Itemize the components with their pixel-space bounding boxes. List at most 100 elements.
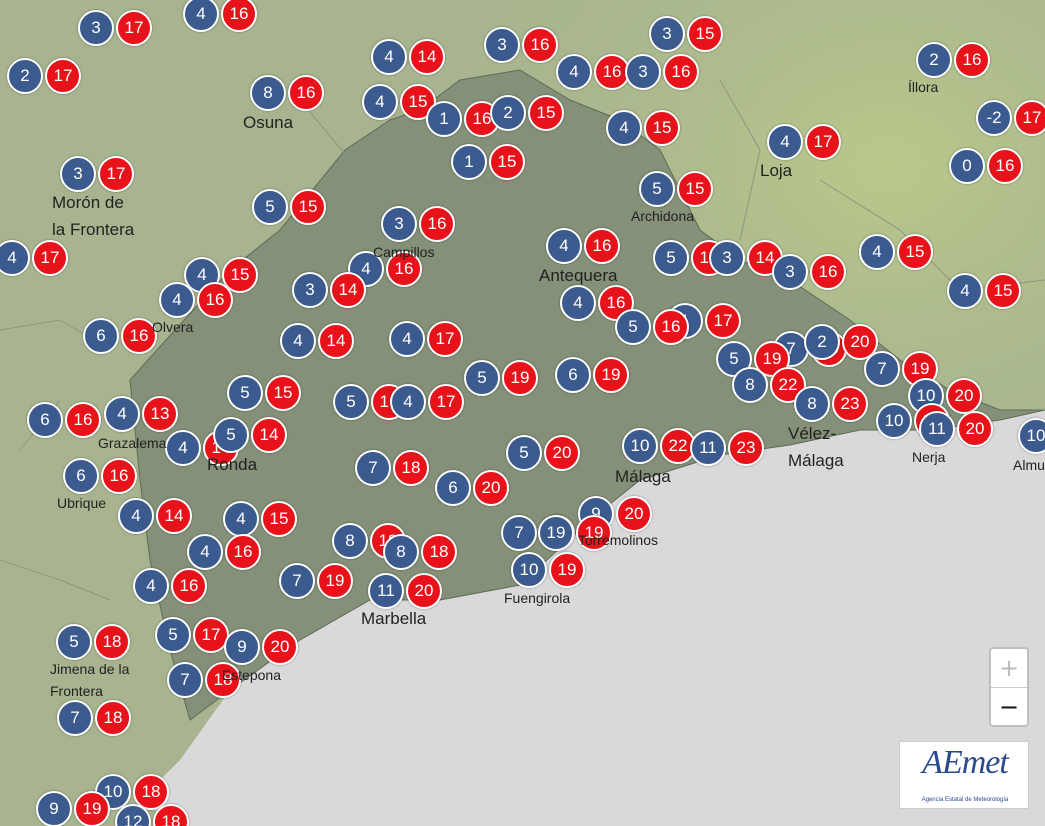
temp-station[interactable]: 4 17 (390, 384, 466, 420)
temp-station[interactable]: 3 16 (772, 254, 848, 290)
city-label: Málaga (615, 467, 671, 486)
max-temp-badge: 18 (94, 624, 130, 660)
min-temp-badge: 3 (772, 254, 808, 290)
temp-station[interactable]: 7 18 (57, 700, 133, 736)
city-label: Jimena de la (50, 661, 130, 677)
weather-map[interactable]: 3 17 4 16 2 17 4 14 3 16 3 15 4 16 3 16 2 16 8 16 … (0, 0, 1045, 826)
temp-station[interactable]: 3 16 (381, 206, 457, 242)
temp-station[interactable]: 4 15 (859, 234, 935, 270)
temp-station[interactable]: 5 16 (615, 309, 691, 345)
city-label: Frontera (50, 683, 103, 699)
temp-station[interactable]: 12 18 (115, 804, 191, 826)
min-temp-badge: 5 (639, 171, 675, 207)
city-label: Campillos (373, 244, 435, 260)
city-label: Archidona (631, 208, 695, 224)
min-temp-badge: 4 (183, 0, 219, 32)
city-label: Fuengirola (504, 590, 571, 606)
temp-station[interactable]: 4 16 (133, 568, 209, 604)
temp-station[interactable]: 515 (639, 171, 715, 207)
temp-station[interactable]: 10 19 (511, 552, 587, 588)
temp-station[interactable]: 3 16 (484, 27, 560, 63)
max-temp-badge: 15 (528, 95, 564, 131)
temp-station[interactable]: 0 16 (949, 148, 1025, 184)
temp-station[interactable]: 515 (227, 375, 303, 411)
temp-station[interactable]: 3 17 (78, 10, 154, 46)
temp-station[interactable]: 3 16 (625, 54, 701, 90)
min-temp-badge: 4 (767, 124, 803, 160)
temp-station[interactable]: 3 17 (60, 156, 136, 192)
temp-station[interactable]: 6 16 (27, 402, 103, 438)
max-temp-badge: 14 (330, 272, 366, 308)
temp-station[interactable]: 414 (118, 498, 194, 534)
max-temp-badge: 16 (101, 458, 137, 494)
temp-station[interactable]: 6 19 (555, 357, 631, 393)
min-temp-badge: 4 (390, 384, 426, 420)
temp-station[interactable]: 515 (252, 189, 328, 225)
temp-station[interactable]: 5 18 (56, 624, 132, 660)
min-temp-badge: 5 (252, 189, 288, 225)
temp-station[interactable]: 10 22 (622, 428, 698, 464)
temp-station[interactable]: 719 (279, 563, 355, 599)
min-temp-badge: 4 (187, 534, 223, 570)
temp-station[interactable]: 4 15 (606, 110, 682, 146)
min-temp-badge: 5 (213, 417, 249, 453)
temp-station[interactable]: 3 14 (292, 272, 368, 308)
temp-station[interactable]: 1 15 (451, 144, 527, 180)
temp-station[interactable]: 11 20 (919, 411, 995, 447)
temp-station[interactable]: 5 20 (506, 435, 582, 471)
temp-station[interactable]: 4 17 (389, 321, 465, 357)
max-temp-badge: 17 (705, 303, 741, 339)
min-temp-badge: 4 (0, 240, 30, 276)
temp-station[interactable]: 5 17 (155, 617, 231, 653)
temp-station[interactable]: 4 16 (159, 282, 235, 318)
temp-station[interactable]: 6 16 (63, 458, 139, 494)
temp-station[interactable]: 4 17 (0, 240, 70, 276)
zoom-in-button[interactable]: + (991, 649, 1027, 688)
temp-station[interactable]: 4 16 (183, 0, 259, 32)
min-temp-badge: 4 (389, 321, 425, 357)
min-temp-badge: 5 (464, 360, 500, 396)
min-temp-badge: 2 (7, 58, 43, 94)
min-temp-badge: 12 (115, 804, 151, 826)
temp-station[interactable]: 4 17 (767, 124, 843, 160)
temp-station[interactable]: 4 16 (187, 534, 263, 570)
temp-station[interactable]: 4 13 (104, 396, 180, 432)
zoom-control: + − (989, 647, 1029, 727)
max-temp-badge: 17 (32, 240, 68, 276)
temp-station[interactable]: 101 (1018, 418, 1045, 454)
max-temp-badge: 16 (171, 568, 207, 604)
max-temp-badge: 17 (98, 156, 134, 192)
max-temp-badge: 18 (153, 804, 189, 826)
temp-station[interactable]: 8 16 (250, 75, 326, 111)
max-temp-badge: 23 (832, 386, 868, 422)
temp-station[interactable]: 5 14 (213, 417, 289, 453)
temp-station[interactable]: 9 20 (224, 629, 300, 665)
max-temp-badge: 15 (290, 189, 326, 225)
max-temp-badge: 15 (677, 171, 713, 207)
temp-station[interactable]: 2 15 (490, 95, 566, 131)
temp-station[interactable]: 6 16 (83, 318, 159, 354)
temp-station[interactable]: 4 15 (223, 501, 299, 537)
temp-station[interactable]: 6 20 (435, 470, 511, 506)
temp-station[interactable]: 818 (383, 534, 459, 570)
temp-station[interactable]: 2 17 (7, 58, 83, 94)
temp-station[interactable]: 9 19 (36, 791, 112, 826)
temp-station[interactable]: 414 (280, 323, 356, 359)
zoom-out-button[interactable]: − (991, 688, 1027, 726)
temp-station[interactable]: 7 18 (355, 450, 431, 486)
temp-station[interactable]: 5 19 (464, 360, 540, 396)
temp-station[interactable]: 11 23 (690, 430, 766, 466)
min-temp-badge: 6 (63, 458, 99, 494)
temp-station[interactable]: 4 15 (947, 273, 1023, 309)
min-temp-badge: 7 (501, 515, 537, 551)
temp-station[interactable]: 4 16 (556, 54, 632, 90)
min-temp-badge: 0 (949, 148, 985, 184)
temp-station[interactable]: -2 17 (976, 100, 1045, 136)
temp-station[interactable]: 414 (371, 39, 447, 75)
temp-station[interactable]: 3 15 (649, 16, 725, 52)
temp-station[interactable]: 2 16 (916, 42, 992, 78)
temp-station[interactable]: 11 20 (368, 573, 444, 609)
temp-station[interactable]: 4 16 (546, 228, 622, 264)
temp-station[interactable]: 8 23 (794, 386, 870, 422)
max-temp-badge: 16 (65, 402, 101, 438)
